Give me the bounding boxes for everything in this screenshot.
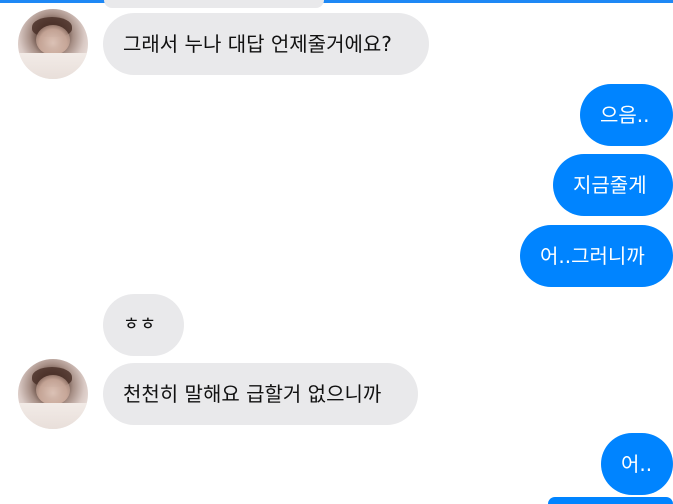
message-bubble-incoming[interactable]: ㅎㅎ [103, 294, 184, 356]
message-bubble-outgoing[interactable]: 어..그러니까 [520, 225, 673, 287]
partial-incoming-bubble [104, 0, 324, 8]
partial-outgoing-bubble [548, 497, 673, 504]
message-bubble-outgoing[interactable]: 지금줄게 [553, 154, 673, 216]
message-bubble-incoming[interactable]: 천천히 말해요 급할거 없으니까 [103, 363, 418, 425]
top-accent-bar [0, 0, 673, 3]
contact-avatar[interactable] [18, 359, 88, 429]
message-bubble-outgoing[interactable]: 어.. [601, 433, 673, 495]
message-bubble-incoming[interactable]: 그래서 누나 대답 언제줄거에요? [103, 13, 429, 75]
contact-avatar[interactable] [18, 9, 88, 79]
message-bubble-outgoing[interactable]: 으음.. [580, 84, 673, 146]
